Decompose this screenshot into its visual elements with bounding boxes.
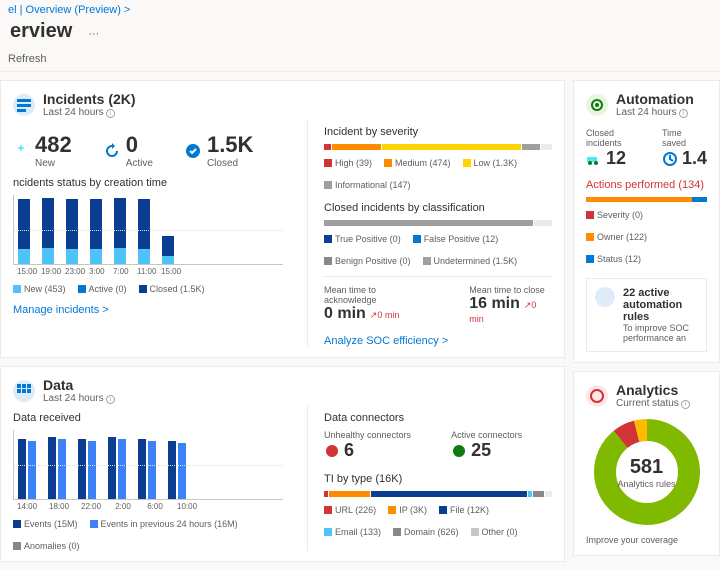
classification-bar xyxy=(324,220,552,226)
data-card: Data Last 24 hoursi Data received 14:001… xyxy=(0,366,565,562)
automation-card: Automation Last 24 hoursi Closed inciden… xyxy=(573,80,720,363)
warning-icon xyxy=(324,443,340,459)
analytics-icon xyxy=(586,385,608,407)
refresh-button[interactable]: Refresh xyxy=(0,47,720,72)
closed-incidents-kpi: Closed incidents 12 xyxy=(586,128,642,169)
analytics-card: Analytics Current statusi 581Analytics r… xyxy=(573,371,720,556)
soc-link[interactable]: Analyze SOC efficiency > xyxy=(324,335,448,347)
kpi-active: 0Active xyxy=(104,132,153,169)
actions-bar xyxy=(586,197,707,202)
manage-incidents-link[interactable]: Manage incidents > xyxy=(13,304,109,316)
data-chart xyxy=(13,430,283,500)
sparkle-icon xyxy=(13,143,29,159)
unhealthy-connectors: Unhealthy connectors 6 xyxy=(324,430,411,461)
analytics-donut: 581Analytics rules xyxy=(592,417,702,527)
incidents-title: Incidents (2K) xyxy=(43,91,136,107)
incidents-icon xyxy=(13,94,35,116)
active-connectors: Active connectors 25 xyxy=(451,430,522,461)
mean-ack: Mean time to acknowledge 0 min↗0 min xyxy=(324,285,429,325)
refresh-icon xyxy=(104,143,120,159)
info-icon[interactable]: i xyxy=(681,400,690,409)
info-icon[interactable]: i xyxy=(106,109,115,118)
ti-bar xyxy=(324,491,552,497)
info-icon[interactable]: i xyxy=(106,395,115,404)
more-icon[interactable]: ··· xyxy=(88,28,99,40)
lightbulb-icon xyxy=(595,287,615,307)
info-icon[interactable]: i xyxy=(679,109,688,118)
automation-note[interactable]: 22 active automation rules To improve SO… xyxy=(586,278,707,352)
data-icon xyxy=(13,380,35,402)
check-circle-icon xyxy=(185,143,201,159)
breadcrumb[interactable]: el | Overview (Preview) > xyxy=(0,0,720,20)
severity-bar xyxy=(324,144,552,150)
plug-icon xyxy=(451,443,467,459)
truck-icon xyxy=(586,151,602,167)
clock-icon xyxy=(662,151,678,167)
mean-close: Mean time to close 16 min↗0 min xyxy=(469,285,552,325)
incidents-chart xyxy=(13,195,283,265)
kpi-new: 482New xyxy=(13,132,72,169)
kpi-closed: 1.5KClosed xyxy=(185,132,253,169)
incidents-card: Incidents (2K) Last 24 hoursi 482New 0Ac… xyxy=(0,80,565,358)
page-title: erview xyxy=(2,20,80,47)
time-saved-kpi: Time saved 1.4 xyxy=(662,128,707,169)
automation-icon xyxy=(586,94,608,116)
